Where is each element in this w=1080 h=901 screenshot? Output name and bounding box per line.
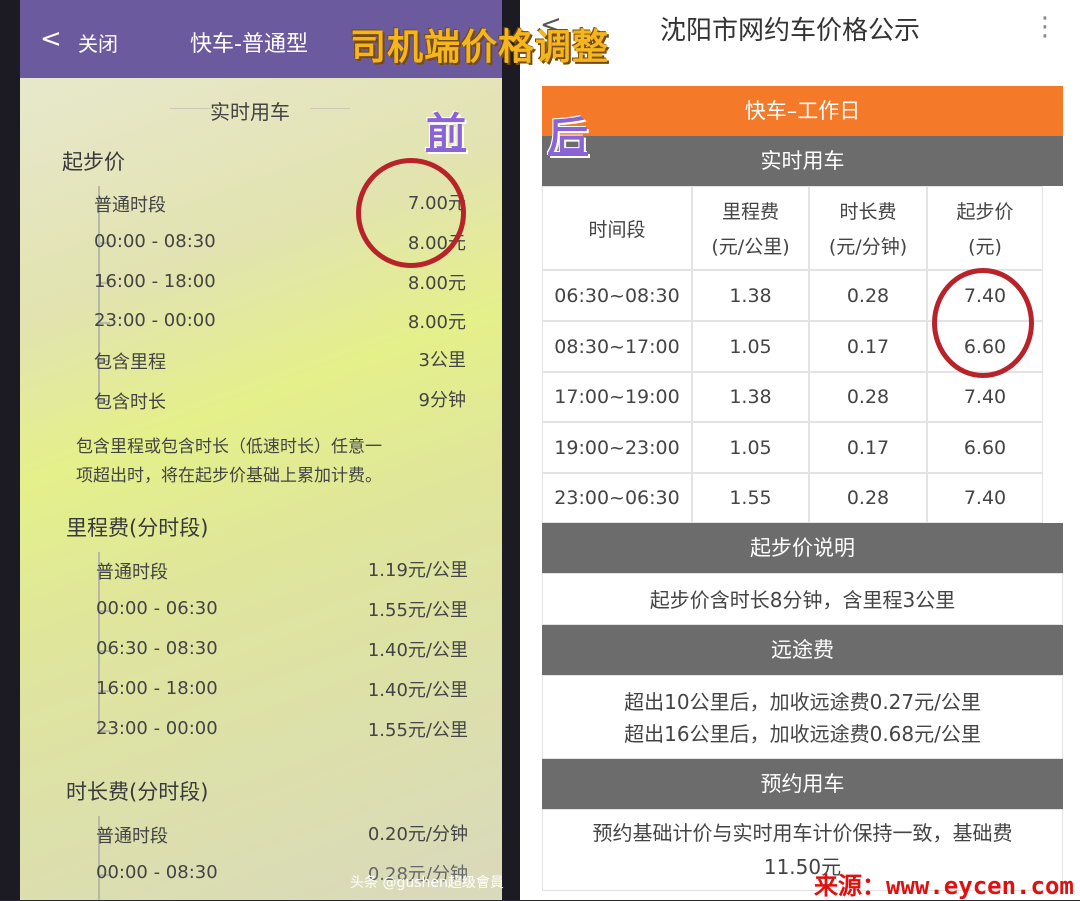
section-title: 实时用车 (210, 100, 290, 124)
overlay-title: 司机端价格调整 (350, 27, 610, 68)
table-cell: 7.40 (927, 372, 1043, 422)
mileage-row-value: 1.40元/公里 (367, 680, 468, 701)
divider (170, 108, 210, 109)
page-title: 沈阳市网约车价格公示 (660, 16, 921, 46)
header-line2: (元) (968, 236, 1002, 258)
duration-row-label: 00:00 - 08:30 (96, 862, 218, 883)
table-cell: 1.55 (692, 473, 809, 523)
start-row-label: 16:00 - 18:00 (94, 271, 216, 292)
table-header-cell: 时间段 (542, 186, 692, 270)
long-distance-header: 远途费 (542, 625, 1063, 675)
phone-title: 快车-普通型 (190, 32, 308, 57)
table-cell: 0.28 (809, 372, 927, 422)
table-cell: 1.38 (692, 270, 809, 321)
duration-row-value: 0.20元/分钟 (367, 824, 468, 845)
table-cell: 6.60 (927, 422, 1043, 473)
table-header-cell: 里程费 (元/公里) (692, 186, 809, 270)
header-line1: 时长费 (839, 201, 897, 223)
mileage-row-label: 06:30 - 08:30 (96, 638, 218, 659)
highlight-circle (932, 268, 1034, 378)
table-cell: 19:00~23:00 (542, 422, 692, 473)
duration-row-label: 普通时段 (96, 826, 168, 847)
start-note-text: 起步价含时长8分钟，含里程3公里 (542, 573, 1063, 625)
mileage-heading: 里程费(分时段) (66, 516, 209, 540)
table-cell: 17:00~19:00 (542, 372, 692, 422)
table-cell: 0.17 (809, 321, 927, 372)
header-line1: 时间段 (588, 218, 646, 241)
start-price-heading: 起步价 (62, 150, 125, 174)
table-cell: 0.17 (809, 422, 927, 473)
back-icon[interactable]: < (40, 24, 62, 54)
header-line1: 起步价 (956, 201, 1014, 223)
table-header-cell: 起步价 (元) (927, 186, 1043, 270)
close-button[interactable]: 关闭 (78, 28, 118, 57)
note-text: 项超出时，将在起步价基础上累加计费。 (76, 466, 382, 486)
start-row-label: 包含里程 (94, 352, 166, 373)
mileage-row-label: 23:00 - 00:00 (96, 718, 218, 739)
mileage-row-value: 1.40元/公里 (367, 640, 468, 661)
header-line2: (元/公里) (711, 236, 790, 258)
source-label: 来源：www.eycen.com (814, 872, 1074, 900)
more-icon[interactable]: ⋮ (1032, 12, 1058, 42)
start-row-value: 3公里 (418, 350, 466, 371)
after-tag: 后 (548, 114, 588, 160)
table-cell: 1.38 (692, 372, 809, 422)
header-line2: (元/分钟) (828, 236, 908, 258)
start-row-label: 包含时长 (94, 392, 166, 413)
table-cell: 0.28 (809, 270, 927, 321)
long-distance-text: 超出10公里后，加收远途费0.27元/公里 超出16公里后，加收远途费0.68元… (542, 675, 1063, 759)
before-tag: 前 (426, 110, 466, 156)
mileage-row-value: 1.55元/公里 (367, 600, 468, 621)
price-notice-page: < 沈阳市网约车价格公示 ⋮ 快车–工作日 实时用车 时间段 里程费 (元/公里… (520, 0, 1080, 900)
reservation-line: 预约基础计价与实时用车计价保持一致，基础费 (592, 821, 1013, 845)
mileage-row-label: 普通时段 (96, 562, 168, 583)
table-cell: 1.05 (692, 321, 809, 372)
highlight-circle (356, 158, 466, 268)
start-row-label: 23:00 - 00:00 (94, 310, 216, 331)
start-note-header: 起步价说明 (542, 523, 1063, 573)
table-cell: 08:30~17:00 (542, 321, 692, 372)
table-cell: 1.05 (692, 422, 809, 473)
start-row-label: 普通时段 (94, 195, 166, 216)
long-distance-line: 超出16公里后，加收远途费0.68元/公里 (624, 722, 981, 746)
watermark: 头条 @gushen超级會員 (350, 875, 504, 891)
note-text: 包含里程或包含时长（低速时长）任意一 (76, 437, 382, 457)
start-row-label: 00:00 - 08:30 (94, 231, 216, 252)
realtime-header: 实时用车 (542, 136, 1063, 186)
table-cell: 06:30~08:30 (542, 270, 692, 321)
divider (310, 108, 350, 109)
long-distance-line: 超出10公里后，加收远途费0.27元/公里 (624, 690, 981, 714)
start-row-value: 9分钟 (418, 390, 466, 411)
table-cell: 0.28 (809, 473, 927, 523)
reservation-header: 预约用车 (542, 759, 1063, 809)
start-row-value: 8.00元 (407, 312, 466, 333)
mileage-row-label: 00:00 - 06:30 (96, 598, 218, 619)
start-row-value: 8.00元 (407, 273, 466, 294)
mileage-row-value: 1.19元/公里 (367, 560, 468, 581)
header-line1: 里程费 (721, 201, 779, 223)
table-cell: 23:00~06:30 (542, 473, 692, 523)
table-cell: 7.40 (927, 473, 1043, 523)
duration-heading: 时长费(分时段) (66, 780, 209, 804)
mileage-row-value: 1.55元/公里 (367, 720, 468, 741)
table-header-cell: 时长费 (元/分钟) (809, 186, 927, 270)
mileage-row-label: 16:00 - 18:00 (96, 678, 218, 699)
banner: 快车–工作日 (542, 86, 1063, 136)
